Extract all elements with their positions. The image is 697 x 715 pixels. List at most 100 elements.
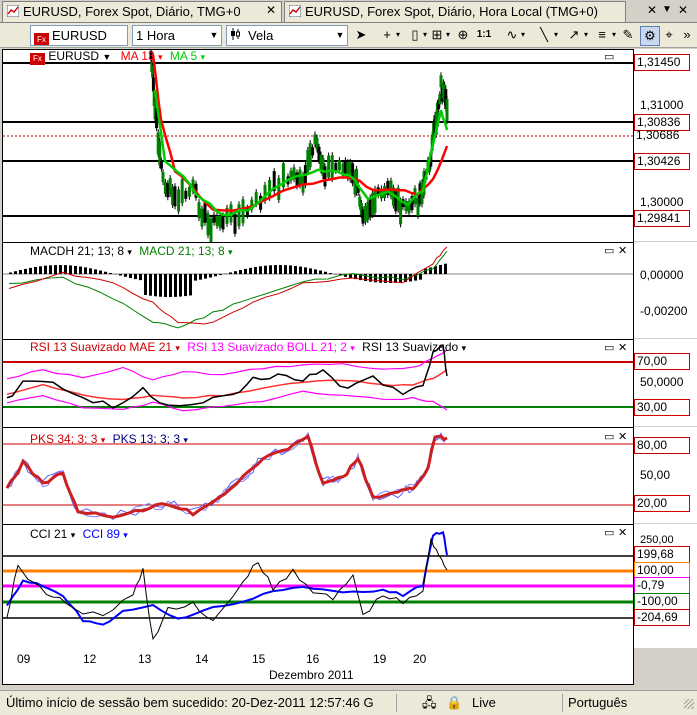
pks34-legend[interactable]: PKS 34; 3; 3 — [30, 432, 97, 446]
maximize-pane-icon[interactable]: ▭ — [604, 341, 614, 354]
symbol-legend[interactable]: EURUSD — [48, 49, 99, 63]
close-pane-icon[interactable]: ✕ — [618, 244, 627, 257]
draw-tool-icon[interactable]: ↗ — [566, 26, 582, 44]
cci89-legend[interactable]: CCI 89 — [83, 527, 120, 541]
candle-body — [277, 178, 280, 200]
pks13-legend[interactable]: PKS 13; 3; 3 — [113, 432, 180, 446]
fibonacci-icon[interactable]: ≡ — [594, 26, 610, 44]
chevron-down-icon[interactable]: ▼ — [333, 26, 347, 45]
chevron-down-icon[interactable]: ▾ — [420, 26, 430, 44]
chevron-down-icon[interactable]: ▾ — [71, 530, 76, 540]
tab-label: EURUSD, Forex Spot, Diário, Hora Local (… — [305, 4, 598, 19]
candle-body — [219, 216, 222, 228]
tab-close-icon[interactable]: ✕ — [264, 3, 278, 17]
close-pane-icon[interactable]: ✕ — [618, 526, 627, 539]
chevron-down-icon[interactable]: ▾ — [183, 435, 188, 445]
price-level-box: 1,30426 — [634, 153, 690, 170]
chevron-down-icon[interactable]: ▼ — [207, 26, 221, 45]
macdh-legend[interactable]: MACDH 21; 13; 8 — [30, 244, 124, 258]
tab-eurusd-1[interactable]: EURUSD, Forex Spot, Diário, TMG+0 — [2, 1, 282, 22]
more-tools-icon[interactable]: » — [680, 26, 694, 44]
chevron-down-icon[interactable]: ▾ — [123, 530, 128, 540]
symbol-selector[interactable]: FxEURUSD — [30, 25, 128, 46]
current-price-label: 1,30686 — [634, 129, 688, 141]
chevron-down-icon[interactable]: ▾ — [228, 247, 233, 257]
tab-scroll-down-icon[interactable]: ▼ — [660, 3, 674, 17]
close-window-icon[interactable]: ✕ — [676, 3, 690, 17]
network-icon[interactable]: 🖧 — [422, 691, 437, 715]
status-divider — [562, 694, 563, 712]
chevron-down-icon[interactable]: ▾ — [127, 247, 132, 257]
macdh-bar — [234, 271, 237, 274]
erase-icon[interactable]: ✎ — [620, 26, 636, 44]
macdh-bar — [104, 272, 107, 274]
chevron-down-icon[interactable]: ▾ — [462, 343, 467, 353]
chevron-down-icon[interactable]: ▼ — [102, 52, 111, 62]
chevron-down-icon[interactable]: ▾ — [158, 52, 163, 62]
pks-legend: PKS 34; 3; 3 ▾ PKS 13; 3; 3 ▾ — [30, 432, 188, 446]
cursor-sync-icon[interactable]: ⌖ — [662, 26, 676, 44]
zoom-icon[interactable]: ⊕ — [456, 26, 470, 44]
rsi-mae-legend[interactable]: RSI 13 Suavizado MAE 21 — [30, 340, 172, 354]
cci-level-box: 199,68 — [634, 546, 690, 563]
close-pane-icon[interactable]: ✕ — [618, 430, 627, 443]
price-chart[interactable] — [3, 50, 633, 242]
chevron-down-icon[interactable]: ▾ — [551, 26, 561, 44]
macd-line-legend[interactable]: MACD 21; 13; 8 — [139, 244, 224, 258]
chevron-down-icon[interactable]: ▾ — [581, 26, 591, 44]
chevron-down-icon[interactable]: ▾ — [350, 343, 355, 353]
macdh-bar — [209, 274, 212, 277]
macdh-bar — [89, 268, 92, 274]
crosshair-icon[interactable]: + — [380, 26, 394, 44]
cci-chart[interactable] — [3, 525, 633, 649]
date-tick: 16 — [306, 652, 319, 666]
cci21-legend[interactable]: CCI 21 — [30, 527, 67, 541]
ma13-legend[interactable]: MA 13 — [121, 49, 155, 63]
candle-body — [188, 187, 191, 197]
maximize-pane-icon[interactable]: ▭ — [604, 526, 614, 539]
rsi-boll-legend[interactable]: RSI 13 Suavizado BOLL 21; 2 — [187, 340, 347, 354]
macdh-bar — [419, 274, 422, 280]
chevron-down-icon[interactable]: ▾ — [443, 26, 453, 44]
price-pane — [2, 49, 634, 243]
chevron-down-icon[interactable]: ▾ — [175, 343, 180, 353]
macdh-bar — [289, 265, 292, 274]
language-select[interactable]: Português — [568, 691, 627, 715]
pointer-icon[interactable]: ➤ — [354, 26, 368, 44]
maximize-pane-icon[interactable]: ▭ — [604, 50, 614, 63]
cci-legend: CCI 21 ▾ CCI 89 ▾ — [30, 527, 128, 541]
price-level-box: 1,31450 — [634, 54, 690, 71]
chart-type-select[interactable]: Vela ▼ — [226, 25, 348, 46]
candle-body — [181, 179, 184, 203]
tab-close-icon[interactable]: ✕ — [645, 3, 659, 17]
chart-toolbar: FxEURUSD 1 Hora ▼ Vela ▼ ➤ + ▾ ▯ ▾ ⊞ ▾ ⊕… — [0, 23, 697, 48]
trendline-icon[interactable]: ╲ — [536, 26, 552, 44]
macdh-bar — [34, 267, 37, 274]
chevron-down-icon[interactable]: ▾ — [518, 26, 528, 44]
maximize-pane-icon[interactable]: ▭ — [604, 430, 614, 443]
date-tick: 09 — [17, 652, 30, 666]
resize-grip-icon[interactable] — [684, 699, 694, 709]
ma5-legend[interactable]: MA 5 — [170, 49, 197, 63]
macdh-bar — [429, 267, 432, 274]
macdh-bar — [144, 274, 147, 295]
chevron-down-icon[interactable]: ▾ — [393, 26, 403, 44]
zoom-reset-button[interactable]: 1:1 — [474, 26, 494, 44]
interval-select[interactable]: 1 Hora ▼ — [132, 25, 222, 46]
lock-icon[interactable]: 🔒 — [446, 691, 462, 715]
rsi-legend-main[interactable]: RSI 13 Suavizado — [362, 340, 458, 354]
macdh-bar — [44, 266, 47, 274]
link-icon[interactable]: ⚙ — [640, 26, 660, 46]
maximize-pane-icon[interactable]: ▭ — [604, 244, 614, 257]
date-tick: 19 — [373, 652, 386, 666]
candle-body — [338, 160, 341, 170]
cci-tick: 250,00 — [640, 534, 674, 546]
chevron-down-icon[interactable]: ▾ — [201, 52, 206, 62]
close-pane-icon[interactable]: ✕ — [618, 341, 627, 354]
date-tick: 12 — [83, 652, 96, 666]
tab-eurusd-2[interactable]: EURUSD, Forex Spot, Diário, Hora Local (… — [284, 1, 626, 22]
macdh-bar — [154, 274, 157, 296]
grid-icon[interactable]: ⊞ — [430, 26, 444, 44]
chevron-down-icon[interactable]: ▾ — [609, 26, 619, 44]
chevron-down-icon[interactable]: ▾ — [101, 435, 106, 445]
